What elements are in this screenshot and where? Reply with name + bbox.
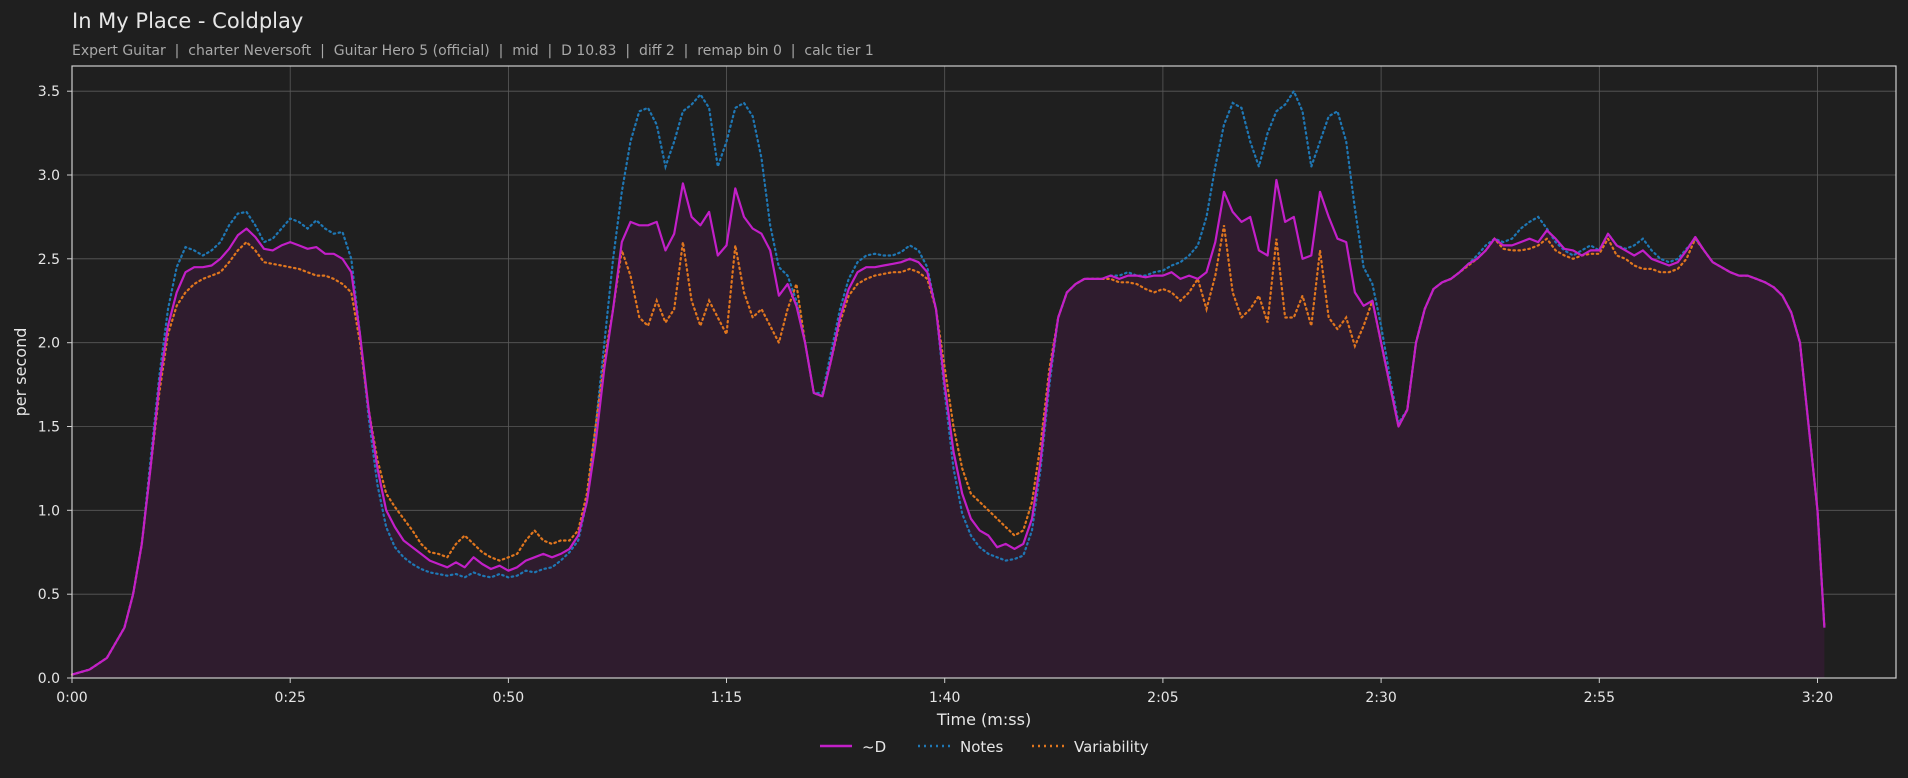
y-tick-label: 3.5 xyxy=(38,84,60,100)
x-tick-label: 2:30 xyxy=(1365,690,1396,706)
y-tick-label: 2.0 xyxy=(38,336,60,352)
x-tick-label: 0:00 xyxy=(56,690,87,706)
legend-label-d: ~D xyxy=(862,738,886,756)
y-tick-label: 0.5 xyxy=(38,587,60,603)
x-tick-label: 0:50 xyxy=(493,690,524,706)
chart-subtitle: Expert Guitar | charter Neversoft | Guit… xyxy=(72,43,874,59)
x-tick-label: 0:25 xyxy=(274,690,305,706)
legend-label-variability: Variability xyxy=(1074,738,1149,756)
legend-label-notes: Notes xyxy=(960,738,1004,756)
x-tick-label: 2:55 xyxy=(1584,690,1615,706)
y-tick-label: 3.0 xyxy=(38,168,60,184)
y-tick-label: 2.5 xyxy=(38,252,60,268)
x-axis-label: Time (m:ss) xyxy=(936,710,1031,729)
x-tick-label: 1:40 xyxy=(929,690,960,706)
chart-title: In My Place - Coldplay xyxy=(72,9,303,33)
x-tick-label: 1:15 xyxy=(711,690,742,706)
x-tick-label: 3:20 xyxy=(1802,690,1833,706)
y-axis-label: per second xyxy=(11,328,30,417)
y-tick-label: 1.5 xyxy=(38,420,60,436)
legend: ~D Notes Variability xyxy=(820,738,1149,756)
y-tick-label: 1.0 xyxy=(38,503,60,519)
chart: In My Place - Coldplay Expert Guitar | c… xyxy=(11,9,1897,756)
x-tick-label: 2:05 xyxy=(1147,690,1178,706)
y-tick-label: 0.0 xyxy=(38,671,60,687)
